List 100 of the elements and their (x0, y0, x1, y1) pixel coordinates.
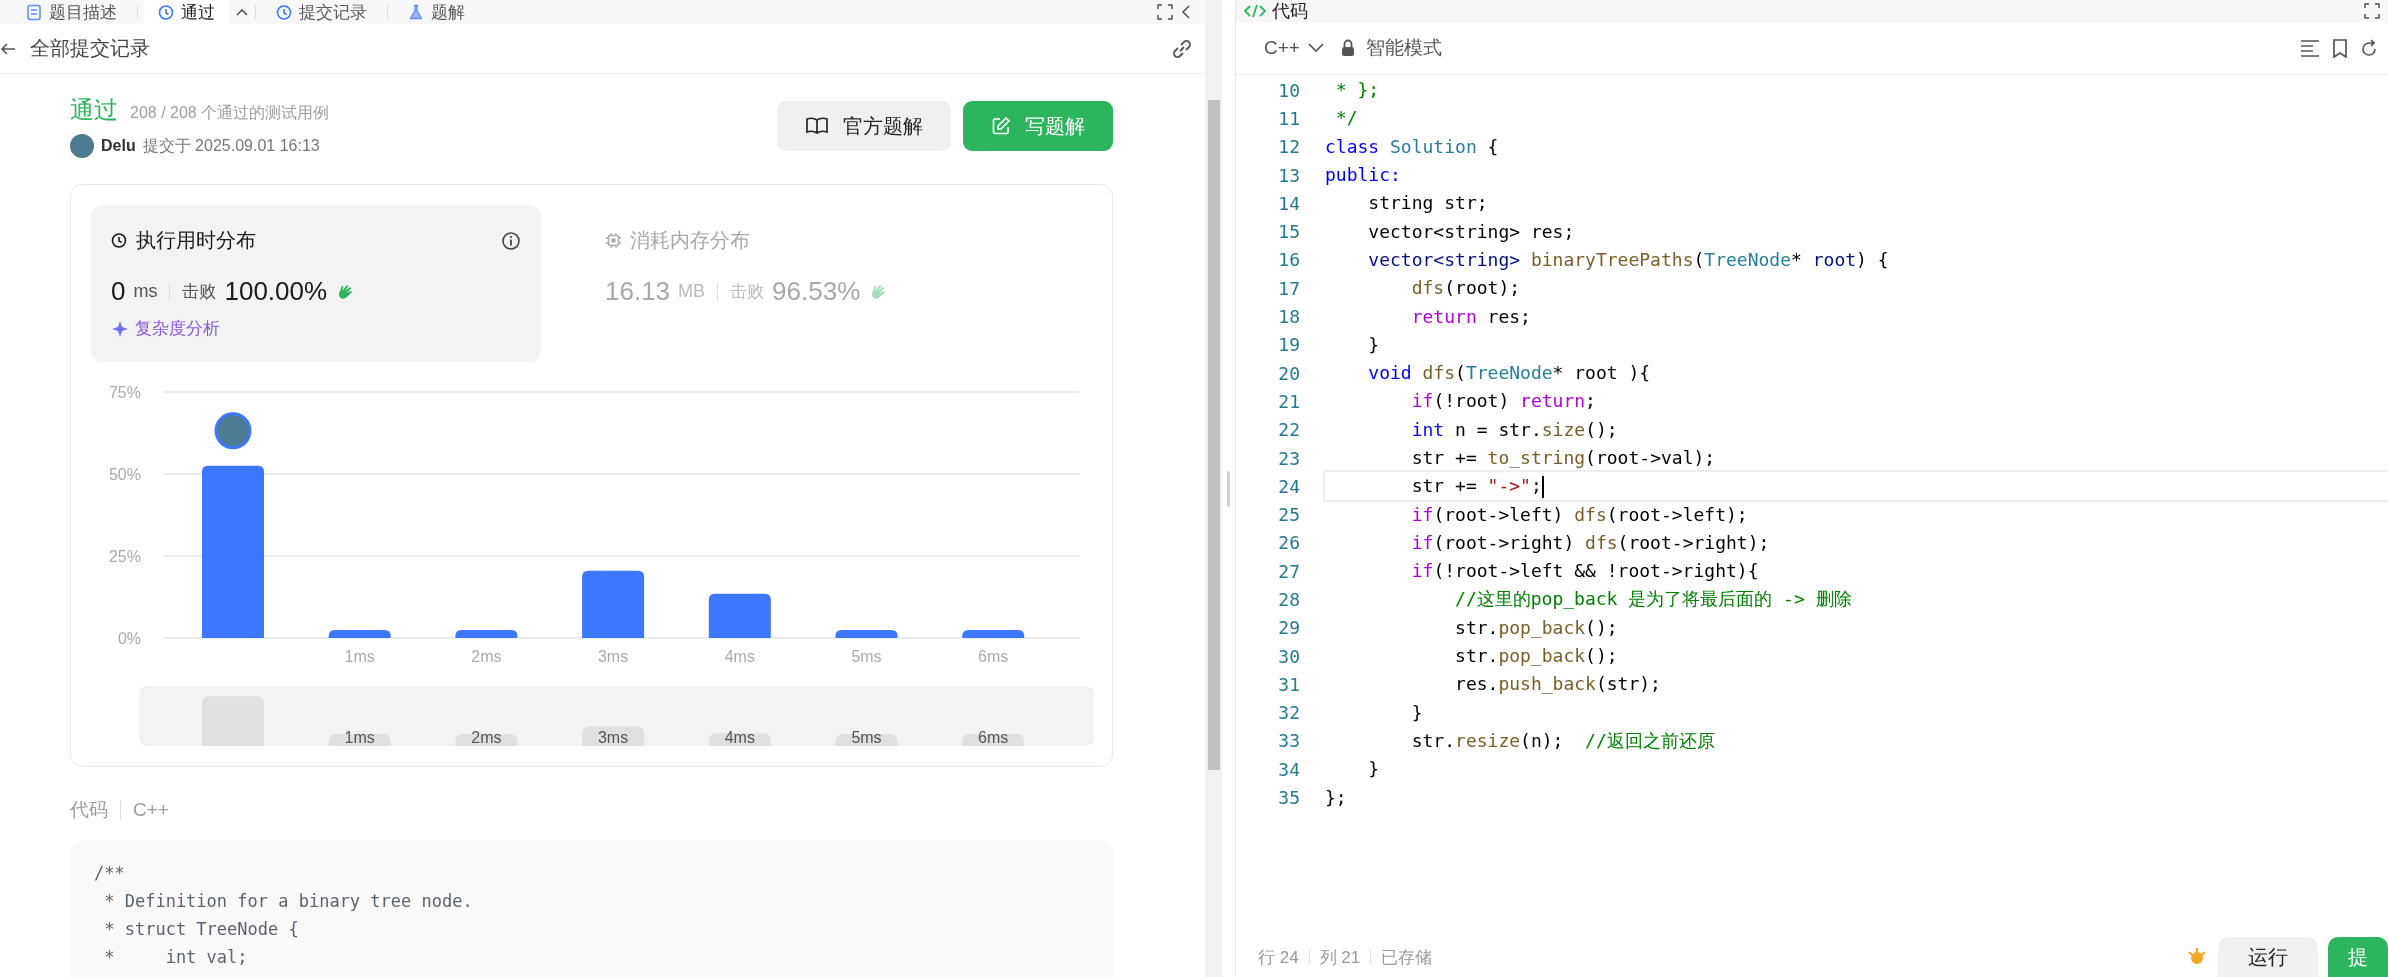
code-line: str += "->"; (1325, 472, 2388, 501)
code-line: //这里的pop_back 是为了将最后面的 -> 删除 (1454, 587, 1853, 612)
line-number: 25 (1277, 504, 1301, 526)
code-line: dfs(root); (1410, 276, 1522, 301)
code-icon (1244, 3, 1266, 19)
undo-icon (2360, 38, 2376, 58)
tab[interactable]: 题目描述 (12, 0, 131, 24)
stat-panel[interactable]: 执行用时分布 0 ms 击败 100.00% 复杂度分析 (91, 205, 541, 362)
line-number: 22 (1277, 419, 1301, 441)
code-line: if(!root) return; (1410, 389, 1597, 414)
stat-title: 执行用时分布 (136, 228, 257, 253)
code-line: * struct TreeNode { (103, 918, 300, 941)
code-line: void dfs(TreeNode* root ){ (1367, 361, 1652, 386)
edit-icon (991, 116, 1011, 136)
avatar (214, 412, 252, 450)
line-number: 24 (1277, 475, 1301, 497)
code-line: res.push_back(str); (1454, 672, 1662, 697)
line-number: 34 (1277, 758, 1301, 780)
line-number: 11 (1277, 107, 1301, 129)
code-line: class Solution { (1325, 134, 1500, 159)
sparkle-icon (111, 319, 129, 338)
x-axis-label: 6ms (978, 648, 1009, 665)
line-number: 27 (1277, 560, 1301, 582)
bar (962, 630, 1025, 638)
status-text: 已存储 (1381, 946, 1433, 969)
code-line: if(root->left) dfs(root->left); (1410, 502, 1749, 527)
line-number: 14 (1277, 192, 1301, 214)
bar (708, 593, 771, 638)
tab[interactable]: 提交记录 (262, 0, 381, 24)
code-line: * }; (1334, 78, 1381, 103)
run-button[interactable]: 运行 (2218, 937, 2318, 977)
code-line: return res; (1410, 304, 1532, 329)
bookmark-icon (2330, 38, 2350, 58)
line-number: 20 (1277, 362, 1301, 384)
clock-icon (158, 3, 175, 21)
info-icon (501, 230, 521, 251)
mini-bar (708, 733, 771, 746)
clock-icon (276, 3, 293, 21)
line-number: 30 (1277, 645, 1301, 667)
beats-percent: 96.53% (772, 276, 861, 307)
page-title: 全部提交记录 (30, 36, 151, 61)
solution-button[interactable]: 官方题解 (777, 101, 951, 151)
line-number: 15 (1277, 221, 1301, 243)
line-number: 31 (1277, 673, 1301, 695)
language-label: C++ (133, 799, 169, 821)
y-axis-label: 0% (117, 630, 141, 647)
code-line: }; (1325, 785, 1348, 810)
stat-unit: MB (678, 281, 706, 302)
beats-label: 击败 (730, 281, 765, 303)
scrollbar-thumb[interactable] (1207, 100, 1220, 770)
clock-icon (111, 232, 128, 249)
code-line: if(!root->left && !root->right){ (1410, 559, 1760, 584)
code-line: } (1410, 700, 1424, 725)
line-number: 21 (1277, 390, 1301, 412)
code-line: vector<string> res; (1367, 219, 1576, 244)
stat-value: 0 (111, 276, 126, 307)
tab[interactable]: 题解 (394, 0, 479, 24)
panel-title: 代码 (1272, 0, 1309, 23)
language-select[interactable]: C++ (1258, 36, 1330, 60)
code-line: string str; (1367, 191, 1489, 216)
code-line: } (1367, 332, 1381, 357)
status-text: 列 21 (1319, 946, 1361, 969)
status-text: 行 24 (1258, 946, 1299, 969)
mode-label: 智能模式 (1365, 36, 1443, 60)
complexity-analysis-link[interactable]: 复杂度分析 (135, 317, 220, 340)
range-label: 4ms (724, 729, 755, 746)
text-cursor (1541, 476, 1544, 499)
range-label: 2ms (471, 729, 502, 746)
beats-label: 击败 (182, 281, 217, 303)
expand-icon (2364, 3, 2380, 19)
line-number: 10 (1277, 79, 1301, 101)
x-axis-label: 3ms (598, 648, 629, 665)
y-axis-label: 75% (108, 384, 141, 401)
stat-title: 消耗内存分布 (630, 228, 751, 253)
document-icon (26, 3, 43, 21)
code-line: str += to_string(root->val); (1410, 446, 1717, 470)
line-number: 32 (1277, 702, 1301, 724)
resize-handle[interactable] (1227, 470, 1230, 507)
test-cases-text: 208 / 208 个通过的测试用例 (130, 103, 330, 123)
bar (328, 630, 391, 638)
line-number: 35 (1277, 787, 1301, 809)
flask-icon (408, 3, 425, 21)
code-line: public: (1325, 163, 1402, 188)
tab[interactable]: 通过 (144, 0, 229, 24)
code-line: * Definition for a binary tree node. (103, 890, 474, 913)
code-line: if(root->right) dfs(root->right); (1410, 530, 1771, 555)
line-number: 29 (1277, 617, 1301, 639)
code-line: str.pop_back(); (1454, 644, 1619, 669)
stat-unit: ms (133, 281, 158, 302)
code-line: * int val; (103, 946, 249, 969)
x-axis-label: 1ms (344, 648, 375, 665)
stat-value: 16.13 (605, 276, 671, 307)
format-icon (2300, 39, 2320, 57)
chip-icon (605, 232, 622, 249)
bar (582, 570, 645, 638)
range-selector[interactable]: 1ms 2ms 3ms 4ms 5ms 6ms (139, 686, 1094, 746)
range-label: 1ms (344, 729, 375, 746)
range-label: 5ms (851, 729, 882, 746)
x-axis-label: 4ms (724, 648, 755, 665)
line-number: 16 (1277, 249, 1301, 271)
